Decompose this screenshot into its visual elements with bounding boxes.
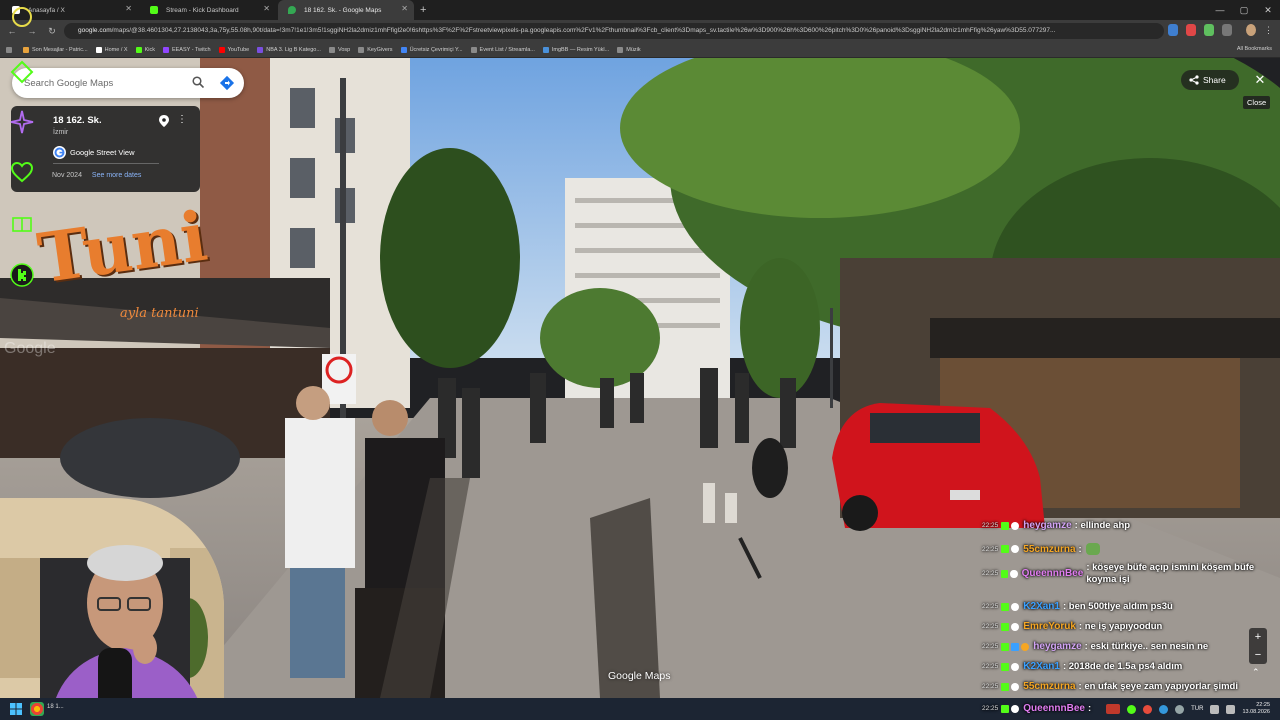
new-tab-button[interactable]: +: [414, 0, 432, 20]
gift-icon: [12, 217, 32, 232]
bookmark-item[interactable]: EEASY - Twitch: [162, 46, 211, 53]
avatar-badge-icon: [1011, 602, 1020, 611]
chat-message: 22:25 QueennnBee :: [982, 703, 1092, 714]
address-path: /maps/@38.4601304,27.2138043,3a,75y,55.0…: [111, 27, 1056, 34]
taskbar-app-label: 18 1...: [47, 704, 64, 710]
extensions-puzzle-icon[interactable]: [1222, 24, 1232, 36]
bookmark-item[interactable]: Vosp: [328, 46, 350, 53]
tab-google-maps[interactable]: 18 162. Sk. - Google Maps ✕: [278, 0, 414, 20]
reload-icon[interactable]: ↻: [44, 26, 60, 37]
bookmark-item[interactable]: NBA 3. Lig B Katego...: [257, 46, 321, 53]
chat-message: 22:25 heygamze : eski türkiye.. sen nesi…: [982, 641, 1209, 652]
sparkle-icon: [10, 110, 34, 134]
address-bar[interactable]: google.com/maps/@38.4601304,27.2138043,3…: [64, 23, 1164, 39]
maximize-icon[interactable]: ▢: [1232, 0, 1256, 20]
shop-awning-text: ayla tantuni: [120, 306, 199, 321]
chrome-taskbar-icon[interactable]: [30, 702, 44, 716]
chat-message: 22:25 K2Xan1 : 2018de de 1.5a ps4 aldım: [982, 661, 1183, 672]
bookmark-item[interactable]: Son Mesajlar - Patric...: [23, 46, 88, 53]
minimize-icon[interactable]: —: [1208, 0, 1232, 20]
bookmarks-bar: Son Mesajlar - Patric... Home / X Kick E…: [0, 42, 1280, 58]
kick-badge-icon: [1001, 521, 1010, 530]
kick-logo-icon: [10, 263, 34, 287]
avatar-badge-icon: [1021, 642, 1030, 651]
avatar-badge-icon: [1011, 545, 1020, 553]
kick-badge-icon: [1001, 602, 1010, 611]
kick-badge-icon: [1001, 545, 1010, 553]
close-tab-icon[interactable]: ✕: [125, 4, 132, 13]
kick-badge-icon: [1001, 622, 1010, 631]
avatar-badge-icon: [1011, 622, 1020, 631]
webcam-overlay: [0, 498, 224, 720]
emote-icon: [1085, 543, 1100, 555]
stream-chat: 22:25 heygamze : ellinde ahp 22:25 55cmz…: [980, 520, 1280, 700]
circle-outline-icon: [12, 7, 32, 27]
avatar-badge-icon: [1010, 570, 1018, 578]
webcam-feed: [0, 498, 224, 720]
bookmark-item[interactable]: Ücretsiz Çevrimiçi Y...: [400, 46, 463, 53]
kick-logo-icon: [150, 6, 158, 14]
extension-icon[interactable]: [1168, 24, 1178, 36]
chat-message: 22:25 55cmzurna :: [982, 543, 1278, 555]
close-window-icon[interactable]: ✕: [1256, 0, 1280, 20]
browser-toolbar: ← → ↻ google.com/maps/@38.4601304,27.213…: [0, 20, 1280, 42]
bookmark-item[interactable]: Home / X: [95, 46, 128, 53]
profile-avatar[interactable]: [1246, 24, 1256, 36]
browser-tabstrip: Anasayfa / X ✕ Stream - Kick Dashboard ✕…: [0, 0, 1280, 20]
windows-start-icon[interactable]: [10, 703, 22, 715]
chat-message: 22:25 QueennnBee : köşeye büfe açıp ismi…: [982, 562, 1255, 585]
diamond-icon: [10, 60, 34, 84]
heart-icon: [10, 161, 34, 183]
chat-message: 22:25 EmreYoruk : ne iş yapıyoodun: [982, 621, 1163, 632]
bookmark-item[interactable]: ImgBB — Resim Yükl...: [542, 46, 609, 53]
bookmark-item[interactable]: Kick: [135, 46, 155, 53]
chat-message: 22:25 heygamze : ellinde ahp: [982, 520, 1131, 531]
close-tab-icon[interactable]: ✕: [263, 4, 270, 13]
tab-title: 18 162. Sk. - Google Maps: [304, 6, 382, 14]
chat-message: 22:25 55cmzurna : en ufak şeye zam yapıy…: [982, 681, 1238, 692]
kick-badge-icon: [1001, 704, 1010, 713]
kick-badge-icon: [1001, 570, 1009, 578]
all-bookmarks-button[interactable]: All Bookmarks: [1237, 46, 1272, 52]
kick-badge-icon: [1001, 682, 1010, 691]
apps-grid-icon[interactable]: [6, 46, 15, 53]
tab-title: Stream - Kick Dashboard: [166, 6, 239, 14]
tab-kick-dashboard[interactable]: Stream - Kick Dashboard ✕: [140, 0, 276, 20]
address-host: google.com: [78, 27, 112, 34]
bookmark-item[interactable]: Müzik: [617, 46, 641, 53]
window-controls: — ▢ ✕: [1208, 0, 1280, 20]
kick-badge-icon: [1001, 642, 1010, 651]
bookmark-item[interactable]: KeyGivers: [358, 46, 393, 53]
avatar-badge-icon: [1011, 704, 1020, 713]
bookmark-item[interactable]: YouTube: [218, 46, 249, 53]
extension-icon[interactable]: [1186, 24, 1196, 36]
extension-icon[interactable]: [1204, 24, 1214, 36]
chat-message: 22:25 K2Xan1 : ben 500tlye aldım ps3ü: [982, 601, 1173, 612]
menu-dots-icon[interactable]: ⋮: [1264, 24, 1274, 36]
avatar-badge-icon: [1011, 662, 1020, 671]
subscriber-badge-icon: [1011, 642, 1020, 651]
close-tab-icon[interactable]: ✕: [401, 4, 408, 13]
avatar-badge-icon: [1011, 521, 1020, 530]
bookmark-item[interactable]: Event List / Streamla...: [470, 46, 535, 53]
avatar-badge-icon: [1011, 682, 1020, 691]
maps-pin-icon: [288, 6, 296, 14]
kick-badge-icon: [1001, 662, 1010, 671]
screen: Anasayfa / X ✕ Stream - Kick Dashboard ✕…: [0, 0, 1280, 720]
google-scene-watermark: Google: [4, 340, 56, 357]
